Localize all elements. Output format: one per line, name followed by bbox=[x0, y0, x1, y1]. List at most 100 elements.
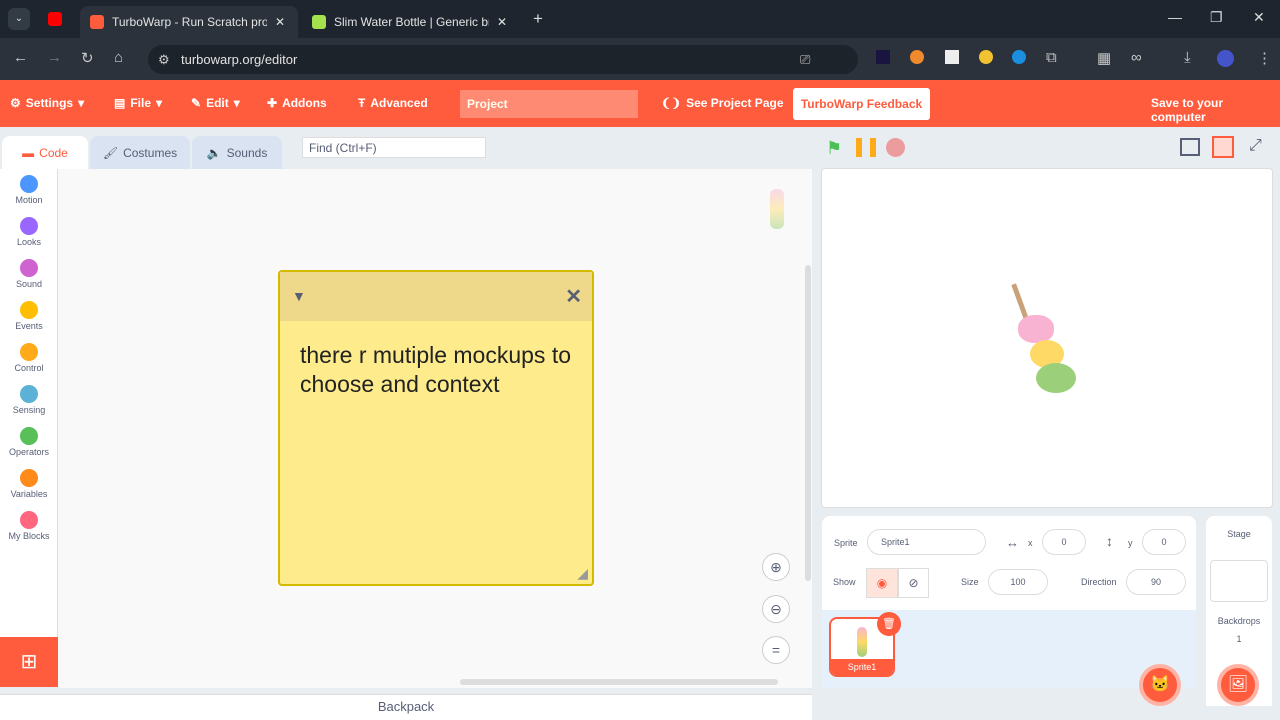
sprite-name: Sprite1 bbox=[831, 659, 893, 675]
close-icon[interactable]: ✕ bbox=[565, 284, 582, 309]
advanced-menu[interactable]: Ŧ Advanced bbox=[358, 96, 428, 110]
extension-icon[interactable] bbox=[1012, 50, 1026, 64]
x-input[interactable]: 0 bbox=[1042, 529, 1086, 555]
large-stage-icon[interactable] bbox=[1212, 136, 1234, 158]
hide-sprite-icon[interactable]: ⊘ bbox=[898, 568, 929, 598]
fullscreen-icon[interactable]: ⤢ bbox=[1249, 137, 1262, 155]
add-backdrop-button[interactable]: 🖼 bbox=[1217, 664, 1259, 706]
category-operators[interactable]: Operators bbox=[0, 427, 58, 457]
backdrop-thumbnail[interactable] bbox=[1210, 560, 1268, 602]
stop-icon[interactable] bbox=[886, 138, 905, 157]
settings-menu[interactable]: ⚙ Settings ▾ bbox=[10, 96, 84, 110]
pause-icon[interactable] bbox=[856, 138, 876, 157]
close-tab-icon[interactable]: ✕ bbox=[275, 15, 285, 29]
extension-icon[interactable] bbox=[910, 50, 924, 64]
y-input[interactable]: 0 bbox=[1142, 529, 1186, 555]
extensions-puzzle-icon[interactable]: ⧉ bbox=[1046, 49, 1057, 66]
category-dot-icon bbox=[20, 301, 38, 319]
stage-title: Stage bbox=[1227, 529, 1251, 539]
forward-icon[interactable]: → bbox=[47, 49, 62, 66]
backdrops-label: Backdrops bbox=[1217, 616, 1261, 626]
sprite-name-input[interactable]: Sprite1 bbox=[867, 529, 986, 555]
qr-code-icon[interactable]: ▦ bbox=[1097, 49, 1111, 67]
green-flag-icon[interactable]: ⚑ bbox=[826, 138, 842, 159]
backpack[interactable]: Backpack bbox=[0, 694, 812, 720]
category-variables[interactable]: Variables bbox=[0, 469, 58, 499]
note-header[interactable]: ▼ ✕ bbox=[280, 272, 592, 321]
site-info-icon[interactable]: ⚙ bbox=[158, 52, 170, 68]
category-sound[interactable]: Sound bbox=[0, 259, 58, 289]
see-project-page-button[interactable]: ❨❩ See Project Page bbox=[661, 96, 784, 110]
add-extension-button[interactable]: ⊞ bbox=[0, 637, 58, 687]
tab-label: Sounds bbox=[226, 145, 268, 160]
resize-handle[interactable]: ◢ bbox=[577, 565, 588, 582]
chevron-down-icon: ▾ bbox=[78, 96, 85, 110]
save-to-computer-button[interactable]: Save to your computer bbox=[1151, 96, 1280, 124]
size-input[interactable]: 100 bbox=[988, 569, 1048, 595]
zoom-in-button[interactable]: ⊕ bbox=[762, 553, 790, 581]
category-looks[interactable]: Looks bbox=[0, 217, 58, 247]
reload-icon[interactable]: ↻ bbox=[81, 49, 94, 67]
stage-canvas[interactable] bbox=[821, 168, 1273, 508]
sprite-preview bbox=[857, 627, 867, 657]
collapse-icon[interactable]: ▼ bbox=[292, 288, 306, 304]
download-icon[interactable]: ⤓ bbox=[1184, 49, 1191, 66]
category-dot-icon bbox=[20, 259, 38, 277]
link-icon[interactable]: ∞ bbox=[1131, 49, 1142, 66]
addons-button[interactable]: ✚ Addons bbox=[267, 96, 327, 110]
browser-tab-bar: ⌄ TurboWarp - Run Scratch proje ✕ Slim Wa… bbox=[0, 0, 1280, 38]
zoom-out-button[interactable]: ⊖ bbox=[762, 595, 790, 623]
comment-note[interactable]: ▼ ✕ there r mutiple mockups to choose an… bbox=[278, 270, 594, 586]
find-input[interactable]: Find (Ctrl+F) bbox=[302, 137, 486, 158]
see-project-page-label: See Project Page bbox=[686, 96, 784, 110]
category-label: Variables bbox=[10, 489, 48, 499]
feedback-button[interactable]: TurboWarp Feedback bbox=[793, 88, 930, 120]
home-icon[interactable]: ⌂ bbox=[114, 49, 123, 66]
category-sensing[interactable]: Sensing bbox=[0, 385, 58, 415]
extension-icon[interactable] bbox=[876, 50, 890, 64]
zoom-reset-button[interactable]: = bbox=[762, 636, 790, 664]
install-app-icon[interactable]: ⎚ bbox=[800, 52, 810, 68]
category-dot-icon bbox=[20, 175, 38, 193]
add-sprite-button[interactable]: 🐱 bbox=[1139, 664, 1181, 706]
brush-icon: 🖌 bbox=[102, 145, 119, 160]
tab-costumes[interactable]: 🖌 Costumes bbox=[90, 136, 190, 169]
profile-avatar[interactable] bbox=[1217, 50, 1234, 67]
file-label: File bbox=[130, 96, 152, 110]
vertical-scrollbar[interactable] bbox=[805, 265, 811, 581]
restore-icon[interactable]: ❐ bbox=[1210, 9, 1223, 26]
small-stage-icon[interactable] bbox=[1180, 138, 1200, 156]
close-window-icon[interactable]: ✕ bbox=[1253, 9, 1265, 26]
extension-icon[interactable] bbox=[979, 50, 993, 64]
show-sprite-eye-icon[interactable]: ◉ bbox=[866, 568, 898, 598]
direction-input[interactable]: 90 bbox=[1126, 569, 1186, 595]
minimize-icon[interactable]: — bbox=[1168, 9, 1182, 25]
category-motion[interactable]: Motion bbox=[0, 175, 58, 205]
category-label: Control bbox=[14, 363, 44, 373]
file-menu[interactable]: ▤ File ▾ bbox=[114, 96, 162, 110]
tab-sounds[interactable]: 🔈 Sounds bbox=[192, 136, 282, 169]
extension-icon[interactable] bbox=[945, 50, 959, 64]
category-label: Sound bbox=[15, 279, 43, 289]
youtube-pinned-tab[interactable] bbox=[48, 12, 62, 26]
note-text[interactable]: there r mutiple mockups to choose and co… bbox=[280, 321, 592, 419]
close-tab-icon[interactable]: ✕ bbox=[497, 15, 507, 29]
category-control[interactable]: Control bbox=[0, 343, 58, 373]
horizontal-scrollbar[interactable] bbox=[460, 679, 778, 685]
tab-water-bottle[interactable]: Slim Water Bottle | Generic bra ✕ bbox=[302, 6, 520, 38]
sprite-base bbox=[1036, 363, 1076, 393]
more-menu-icon[interactable]: ⋮ bbox=[1257, 49, 1272, 67]
category-my-blocks[interactable]: My Blocks bbox=[0, 511, 58, 541]
category-events[interactable]: Events bbox=[0, 301, 58, 331]
delete-sprite-icon[interactable]: 🗑 bbox=[877, 612, 901, 636]
tab-search-button[interactable]: ⌄ bbox=[8, 8, 30, 30]
address-bar[interactable]: ⚙ turbowarp.org/editor ⎚ bbox=[148, 45, 858, 74]
tab-turbowarp[interactable]: TurboWarp - Run Scratch proje ✕ bbox=[80, 6, 298, 38]
edit-menu[interactable]: ✎ Edit ▾ bbox=[191, 96, 240, 110]
project-title-input[interactable]: Project bbox=[460, 90, 638, 118]
back-icon[interactable]: ← bbox=[13, 49, 28, 66]
category-dot-icon bbox=[20, 385, 38, 403]
category-label: Operators bbox=[8, 447, 50, 457]
tab-code[interactable]: ▬ Code bbox=[2, 136, 88, 169]
new-tab-icon[interactable]: + bbox=[533, 9, 543, 29]
